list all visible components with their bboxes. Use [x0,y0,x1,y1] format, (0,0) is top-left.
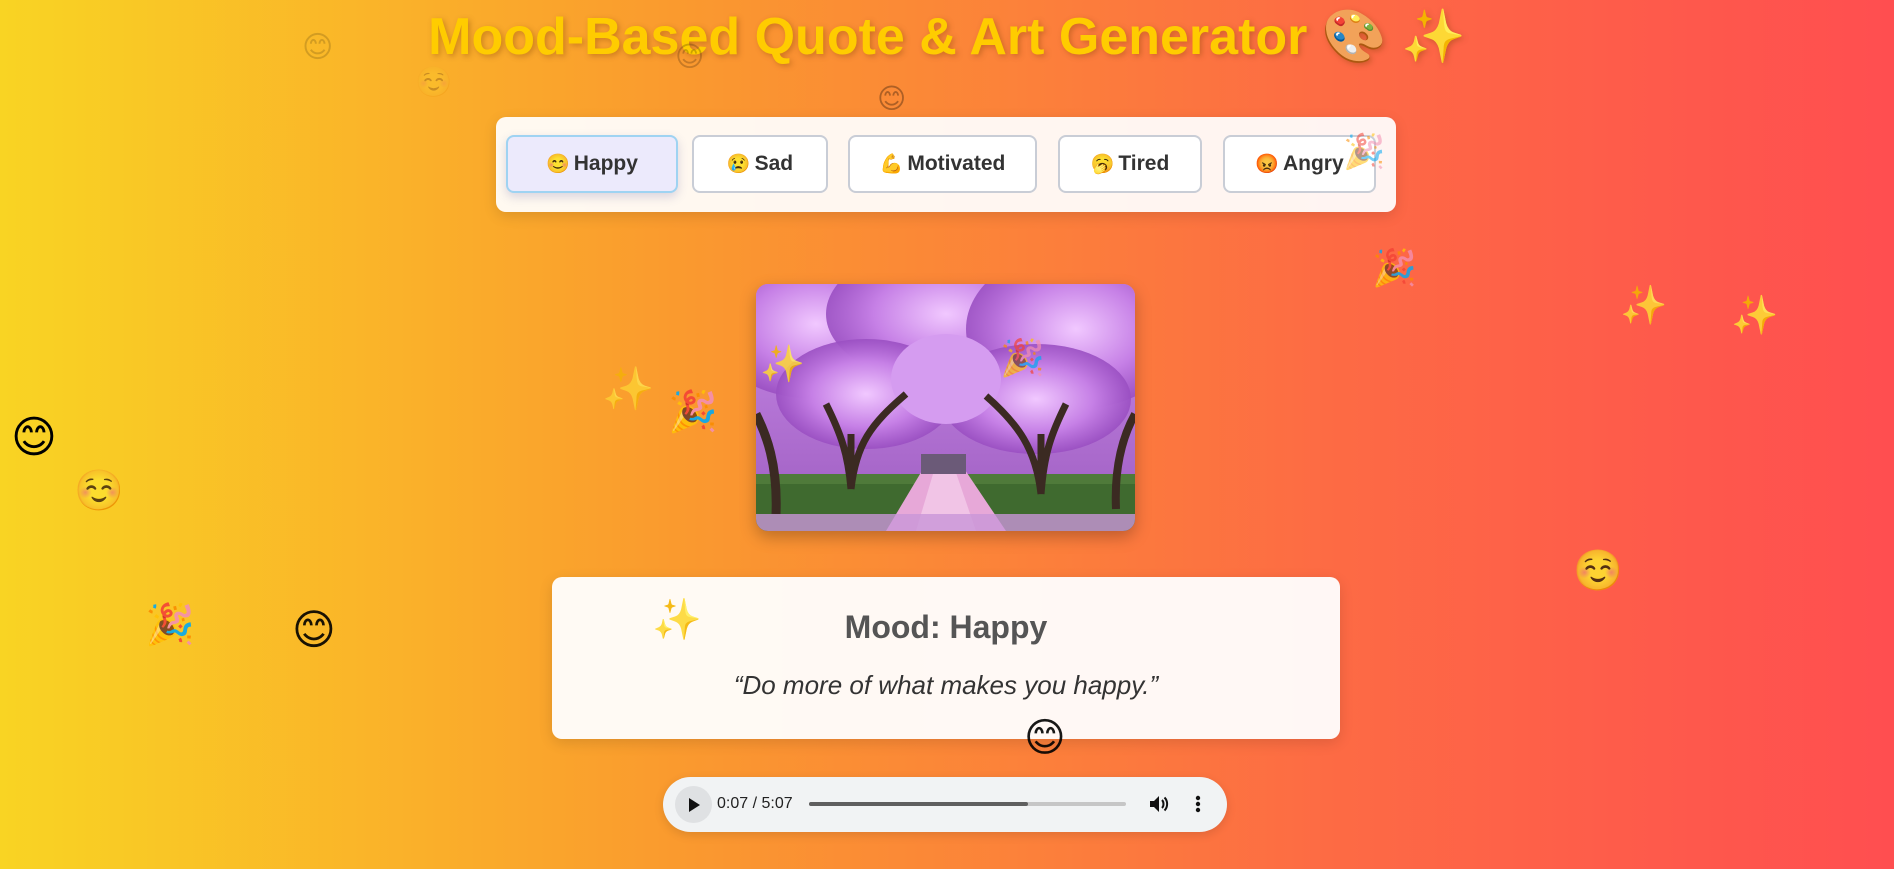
more-options-button[interactable] [1193,792,1203,821]
play-button[interactable] [675,786,712,823]
audio-player: 0:07 / 5:07 [663,777,1227,832]
audio-time: 0:07 / 5:07 [717,795,793,812]
title-emoji: 🎨 ✨ [1321,8,1466,66]
floating-sun-smile-icon: ☺️ [1573,549,1623,593]
floating-party-icon: 🎉 [668,390,718,434]
mood-selector: 😊 Happy 😢 Sad 💪 Motivated 🥱 Tired 😡 Angry [496,117,1396,212]
mood-button-label: Motivated [907,152,1006,175]
floating-smile-icon: 😊 [292,606,336,653]
floating-party-icon: 🎉 [1343,133,1386,171]
mood-button-label: Angry [1282,152,1344,175]
floating-smile-icon: 😊 [675,41,705,72]
mood-heading-prefix: Mood: [844,609,950,645]
mood-button-happy[interactable]: 😊 Happy [506,135,678,193]
floating-sparkles-icon: ✨ [1731,295,1779,337]
page-title-text: Mood-Based Quote & Art Generator [428,8,1308,66]
quote-text: “Do more of what makes you happy.” [733,670,1159,700]
floating-smile-icon: 😊 [302,31,334,64]
floating-sparkles-icon: ✨ [602,365,655,412]
mood-button-motivated[interactable]: 💪 Motivated [848,135,1037,193]
floating-sun-smile-icon: ☺️ [74,469,124,513]
floating-smile-icon: 😊 [877,83,907,114]
floating-smile-icon: 😊 [11,413,57,462]
happy-face-icon: 😊 [546,154,570,175]
floating-sparkles-icon: ✨ [760,343,805,384]
mood-heading-value: Happy [949,609,1048,645]
floating-sparkles-icon: ✨ [1620,285,1668,327]
volume-icon [1150,796,1169,812]
mood-button-label: Sad [754,152,794,175]
mood-art-image [756,284,1135,531]
audio-seek-progress [809,802,1028,806]
floating-party-icon: 🎉 [145,603,195,647]
sad-face-icon: 😢 [726,154,751,175]
angry-face-icon: 😡 [1255,154,1279,175]
volume-button[interactable] [1147,792,1171,821]
floating-party-icon: 🎉 [1000,337,1045,378]
mood-button-tired[interactable]: 🥱 Tired [1058,135,1202,193]
page-title: Mood-Based Quote & Art Generator 🎨 ✨ [0,6,1894,67]
play-icon [688,797,700,812]
mood-button-label: Tired [1118,152,1170,175]
floating-sparkles-icon: ✨ [652,598,702,642]
yawning-face-icon: 🥱 [1090,154,1115,175]
mood-button-sad[interactable]: 😢 Sad [692,135,828,193]
floating-party-icon: 🎉 [1372,247,1417,288]
cherry-blossom-artwork [756,284,1135,531]
floating-smile-icon: 😊 [1024,716,1066,760]
mood-button-label: Happy [573,152,638,175]
audio-seek-bar[interactable] [809,802,1126,806]
more-vertical-icon [1195,795,1201,813]
floating-sun-smile-icon: ☺️ [415,66,453,99]
flexed-arm-icon: 💪 [879,154,904,175]
